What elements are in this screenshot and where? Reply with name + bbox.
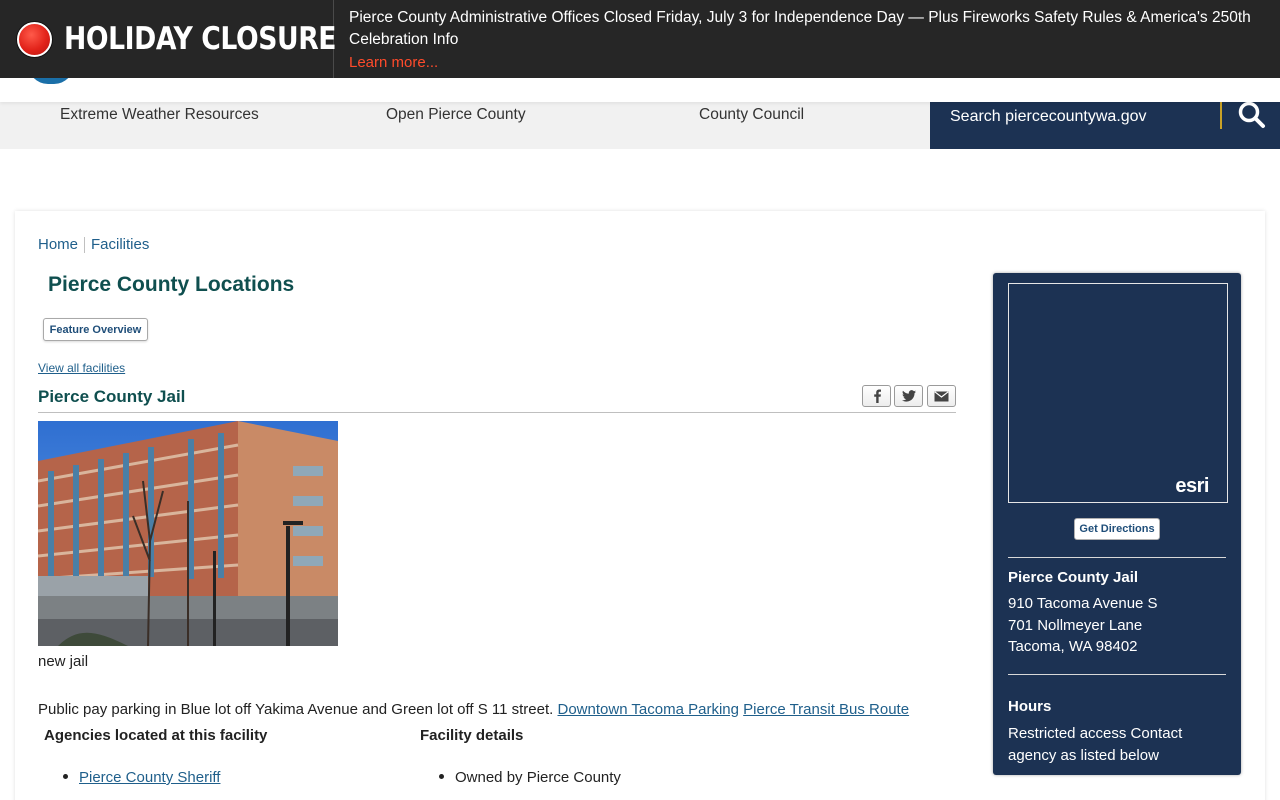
parking-text: Public pay parking in Blue lot off Yakim… [38,701,554,718]
view-all-facilities-link[interactable]: View all facilities [38,361,125,375]
content-card: Home Facilities Pierce County Locations … [15,211,1265,800]
share-email-button[interactable] [927,385,956,407]
address-line: 910 Tacoma Avenue S [1008,595,1158,612]
sidebar-divider [1008,674,1226,675]
facility-detail-text: Owned by Pierce County [455,769,621,786]
sidebar-divider [1008,557,1226,558]
jail-building-image [38,421,338,646]
alert-title: HOLIDAY CLOSURE [64,21,337,57]
section-divider [38,412,956,413]
facility-photo [38,421,338,646]
location-sidebar: esri Get Directions Pierce County Jail 9… [993,273,1241,775]
esri-logo: esri [1175,475,1209,497]
breadcrumb-separator [84,236,86,253]
hours-text: Restricted access Contact agency as list… [1008,725,1183,764]
alert-content: Pierce County Administrative Offices Clo… [334,0,1280,78]
search-divider [1220,102,1222,129]
bullet-icon [439,773,444,779]
facebook-icon [873,389,881,403]
search-icon [1238,101,1265,128]
agency-link[interactable]: Pierce County Sheriff [79,769,220,786]
get-directions-button[interactable]: Get Directions [1074,518,1160,540]
page-title: Pierce County Locations [48,273,295,296]
photo-caption: new jail [38,653,89,670]
nav-item-extreme-weather[interactable]: Extreme Weather Resources [60,102,259,149]
address-line: 701 Nollmeyer Lane [1008,616,1143,634]
breadcrumb: Home Facilities [38,236,149,253]
alert-label-area: HOLIDAY CLOSURE [0,0,337,78]
search-bar [930,99,1280,149]
address-line: Tacoma, WA 98402 [1008,638,1138,655]
breadcrumb-facilities-link[interactable]: Facilities [91,236,149,253]
alert-banner: HOLIDAY CLOSURE Pierce County Administra… [0,0,1280,78]
downtown-tacoma-parking-link[interactable]: Downtown Tacoma Parking [558,701,739,718]
email-icon [934,390,949,401]
list-item: Owned by Pierce County [439,769,621,786]
bullet-icon [63,773,68,779]
facility-details-heading: Facility details [420,727,524,744]
sidebar-address: 910 Tacoma Avenue S 701 Nollmeyer Lane T… [1008,593,1158,658]
header-strip [0,78,1280,102]
pierce-transit-bus-route-link[interactable]: Pierce Transit Bus Route [743,701,909,718]
alert-message: Pierce County Administrative Offices Clo… [349,9,1251,48]
nav-item-county-council[interactable]: County Council [699,102,804,149]
alert-icon [17,21,52,57]
share-twitter-button[interactable] [894,385,923,407]
share-facebook-button[interactable] [862,385,891,407]
facility-details-list: Owned by Pierce County [439,769,621,786]
search-button[interactable] [1234,99,1270,133]
alert-learn-more-link[interactable]: Learn more... [349,51,438,75]
breadcrumb-home-link[interactable]: Home [38,236,78,253]
agencies-list: Pierce County Sheriff [63,769,220,786]
hours-heading: Hours [1008,698,1052,715]
search-input[interactable] [930,102,1220,132]
parking-info: Public pay parking in Blue lot off Yakim… [38,701,909,718]
facility-name: Pierce County Jail [38,387,186,406]
list-item: Pierce County Sheriff [63,769,220,786]
twitter-icon [901,390,916,402]
agencies-heading: Agencies located at this facility [44,727,268,744]
map-widget[interactable]: esri [1008,283,1228,503]
nav-item-open-pierce-county[interactable]: Open Pierce County [386,102,526,149]
sidebar-facility-name: Pierce County Jail [1008,569,1139,586]
feature-overview-button[interactable]: Feature Overview [43,318,148,341]
